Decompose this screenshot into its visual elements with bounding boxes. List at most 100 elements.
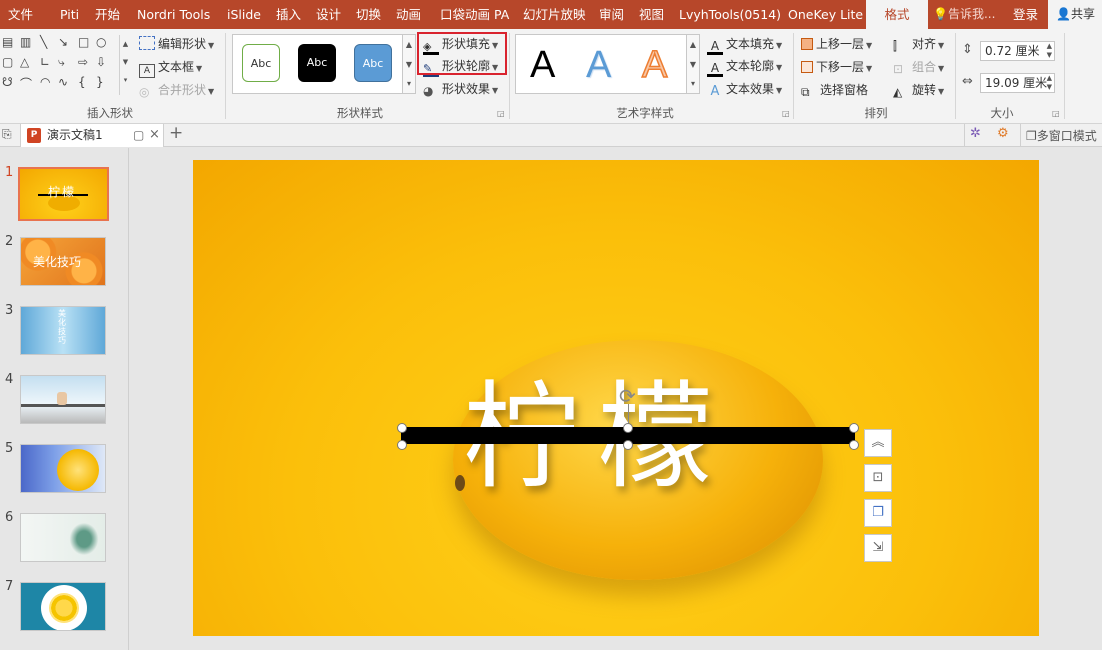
shape-width-field[interactable]: 19.09 厘米 ▲ ▼ bbox=[980, 73, 1055, 93]
send-backward-button[interactable]: 下移一层 ▼ bbox=[801, 57, 872, 77]
vertical-textbox-shape-icon[interactable]: ▥ bbox=[20, 35, 31, 49]
shape-height-field[interactable]: 0.72 厘米 ▲ ▼ bbox=[980, 41, 1055, 61]
down-arrow-shape-icon[interactable]: ⇩ bbox=[96, 55, 106, 69]
edit-shape-button[interactable]: 编辑形状 ▼ bbox=[139, 34, 214, 54]
shape-style-outline-green[interactable]: Abc bbox=[242, 44, 280, 82]
arrange-object-button[interactable]: ❐ bbox=[864, 499, 892, 527]
wordart-gallery-scroll[interactable]: ▲ ▼ ▾ bbox=[686, 34, 700, 94]
slide-thumbnail-3[interactable]: 美化技巧 bbox=[20, 306, 106, 355]
gear-icon[interactable]: ⚙ bbox=[997, 126, 1009, 141]
arc-shape-icon[interactable]: ◠ bbox=[40, 75, 50, 89]
wave-shape-icon[interactable]: ∿ bbox=[58, 75, 68, 89]
login-button[interactable]: 登录 bbox=[1013, 0, 1038, 29]
group-button[interactable]: ⊡ 组合 ▼ bbox=[893, 57, 944, 77]
wordart-style-orange-outline[interactable]: A bbox=[641, 43, 668, 87]
triangle-shape-icon[interactable]: △ bbox=[20, 55, 29, 69]
height-spinner[interactable]: ▲ ▼ bbox=[1047, 42, 1052, 60]
text-effects-button[interactable]: A 文本效果 ▼ bbox=[707, 79, 783, 99]
shape-style-blue-fill[interactable]: Abc bbox=[354, 44, 392, 82]
selection-pane-button[interactable]: ⧉ 选择窗格 bbox=[801, 80, 868, 100]
left-brace-shape-icon[interactable]: { bbox=[78, 75, 86, 89]
rectangle-shape-icon[interactable]: □ bbox=[78, 35, 89, 49]
menu-animations[interactable]: 动画 bbox=[396, 0, 421, 29]
resize-handle-bottom-center[interactable] bbox=[623, 440, 633, 450]
scroll-down-icon[interactable]: ▼ bbox=[403, 55, 415, 75]
tab-menu-icon[interactable]: ▢ bbox=[133, 124, 144, 146]
tell-me-search[interactable]: 💡告诉我... bbox=[933, 0, 995, 29]
resize-handle-top-left[interactable] bbox=[397, 423, 407, 433]
shape-style-black-fill[interactable]: Abc bbox=[298, 44, 336, 82]
merge-shapes-button[interactable]: ◎ 合并形状 ▼ bbox=[139, 80, 214, 100]
text-box-button[interactable]: A 文本框 ▼ bbox=[139, 57, 202, 78]
wordart-style-blue[interactable]: A bbox=[586, 43, 611, 87]
magic-icon[interactable]: ✲ bbox=[970, 126, 981, 141]
menu-home[interactable]: 开始 bbox=[95, 0, 120, 29]
freeform-shape-icon[interactable]: ☋ bbox=[2, 75, 13, 89]
shape-style-gallery-scroll[interactable]: ▲ ▼ ▾ bbox=[402, 34, 416, 94]
bring-forward-button[interactable]: 上移一层 ▼ bbox=[801, 34, 872, 54]
shape-style-gallery[interactable]: Abc Abc Abc bbox=[232, 34, 404, 94]
resize-handle-top-right[interactable] bbox=[849, 423, 859, 433]
menu-onekey-lite[interactable]: OneKey Lite bbox=[788, 0, 863, 29]
slide-thumbnail-2[interactable]: 美化技巧 bbox=[20, 237, 106, 286]
rotate-handle-icon[interactable]: ⟳ bbox=[619, 384, 636, 408]
menu-islide[interactable]: iSlide bbox=[227, 0, 261, 29]
curve-shape-icon[interactable]: ⌒ bbox=[20, 75, 32, 92]
shapes-gallery[interactable]: ▤ ▥ ╲ ↘ □ ○ ▢ △ ∟ ⤷ ⇨ ⇩ ☋ ⌒ ◠ ∿ { } bbox=[0, 35, 116, 95]
oval-shape-icon[interactable]: ○ bbox=[96, 35, 106, 49]
share-button[interactable]: 👤共享 bbox=[1048, 0, 1102, 29]
line-shape-icon[interactable]: ╲ bbox=[40, 35, 47, 49]
current-slide[interactable]: 柠檬 ⟳ bbox=[193, 160, 1039, 636]
align-object-button[interactable]: ⊡ bbox=[864, 464, 892, 492]
resize-object-button[interactable]: ⇲ bbox=[864, 534, 892, 562]
slide-thumbnail-5[interactable] bbox=[20, 444, 106, 493]
menu-review[interactable]: 审阅 bbox=[599, 0, 624, 29]
layout-options-button[interactable]: ︽ bbox=[864, 429, 892, 457]
expand-gallery-icon[interactable]: ▾ bbox=[687, 75, 699, 93]
size-launcher-icon[interactable]: ◲ bbox=[1052, 109, 1060, 118]
scroll-up-icon[interactable]: ▲ bbox=[403, 35, 415, 55]
scroll-up-icon[interactable]: ▲ bbox=[687, 35, 699, 55]
slide-thumbnail-4[interactable] bbox=[20, 375, 106, 424]
menu-insert[interactable]: 插入 bbox=[276, 0, 301, 29]
text-outline-button[interactable]: A 文本轮廓 ▼ bbox=[707, 56, 782, 77]
textbox-shape-icon[interactable]: ▤ bbox=[2, 35, 13, 49]
text-fill-button[interactable]: A 文本填充 ▼ bbox=[707, 34, 782, 55]
resize-handle-bottom-left[interactable] bbox=[397, 440, 407, 450]
menu-view[interactable]: 视图 bbox=[639, 0, 664, 29]
new-tab-icon[interactable]: + bbox=[169, 123, 183, 143]
resize-handle-bottom-right[interactable] bbox=[849, 440, 859, 450]
slide-thumbnail-6[interactable] bbox=[20, 513, 106, 562]
arrow-connector-shape-icon[interactable]: ⤷ bbox=[58, 55, 65, 70]
rotate-button[interactable]: ◭ 旋转 ▼ bbox=[893, 80, 944, 100]
scroll-down-icon[interactable]: ▼ bbox=[687, 55, 699, 75]
menu-piti[interactable]: Piti bbox=[60, 0, 79, 29]
menu-transitions[interactable]: 切换 bbox=[356, 0, 381, 29]
resize-handle-top-center[interactable] bbox=[623, 423, 633, 433]
rounded-rect-shape-icon[interactable]: ▢ bbox=[2, 55, 13, 69]
menu-nordri-tools[interactable]: Nordri Tools bbox=[137, 0, 210, 29]
tab-format[interactable]: 格式 bbox=[866, 0, 928, 29]
shape-styles-launcher-icon[interactable]: ◲ bbox=[497, 109, 505, 118]
width-spinner[interactable]: ▲ ▼ bbox=[1047, 74, 1052, 92]
document-tab[interactable]: P 演示文稿1 ▢ × bbox=[20, 124, 164, 147]
wordart-style-black[interactable]: A bbox=[530, 43, 555, 87]
menu-file[interactable]: 文件 bbox=[8, 0, 33, 29]
arrow-line-shape-icon[interactable]: ↘ bbox=[58, 35, 68, 49]
right-arrow-shape-icon[interactable]: ⇨ bbox=[78, 55, 88, 69]
shapes-scroll[interactable]: ▲ ▼ ▾ bbox=[119, 35, 131, 95]
menu-pocket-animation[interactable]: 口袋动画 PA bbox=[440, 0, 509, 29]
close-tab-icon[interactable]: × bbox=[149, 124, 160, 146]
expand-gallery-icon[interactable]: ▾ bbox=[403, 75, 415, 93]
wordart-gallery[interactable]: A A A bbox=[515, 34, 687, 94]
right-brace-shape-icon[interactable]: } bbox=[96, 75, 104, 89]
wordart-launcher-icon[interactable]: ◲ bbox=[782, 109, 790, 118]
tab-list-icon[interactable]: ⎘ bbox=[2, 127, 12, 142]
shape-effects-button[interactable]: ◕ 形状效果 ▼ bbox=[423, 79, 498, 99]
menu-design[interactable]: 设计 bbox=[316, 0, 341, 29]
slide-thumbnail-1[interactable]: 柠檬 bbox=[18, 167, 109, 221]
menu-lvyhtools[interactable]: LvyhTools(0514) bbox=[679, 0, 781, 29]
multi-window-button[interactable]: ❐多窗口模式 bbox=[1026, 127, 1097, 144]
align-button[interactable]: ⫿ 对齐 ▼ bbox=[893, 34, 944, 54]
elbow-connector-shape-icon[interactable]: ∟ bbox=[40, 55, 50, 69]
